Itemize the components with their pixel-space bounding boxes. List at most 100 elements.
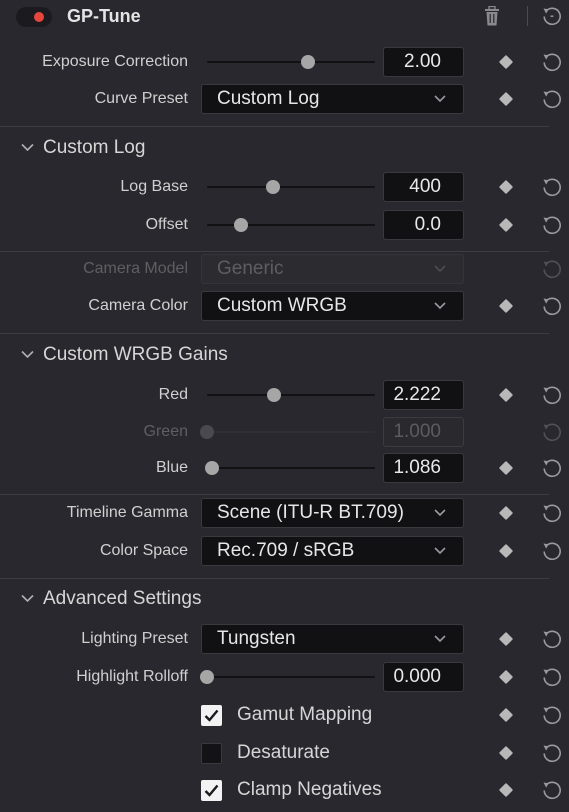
reset-icon[interactable] xyxy=(541,88,563,110)
timeline-gamma-value: Scene (ITU-R BT.709) xyxy=(217,502,404,523)
enabled-indicator xyxy=(34,12,44,22)
highlight-rolloff-label: Highlight Rolloff xyxy=(76,668,188,685)
diamond-keyframe-icon[interactable] xyxy=(498,745,514,761)
offset-input[interactable]: 0.0 xyxy=(383,210,464,240)
red-gain-input[interactable]: 2.222 xyxy=(383,380,464,410)
diamond-keyframe-icon[interactable] xyxy=(498,54,514,70)
color-space-row: Color Space Rec.709 / sRGB xyxy=(0,533,569,569)
reset-icon[interactable] xyxy=(541,214,563,236)
advanced-settings-section-header[interactable]: Advanced Settings xyxy=(0,581,569,617)
curve-preset-dropdown[interactable]: Custom Log xyxy=(201,84,464,114)
gamut-mapping-label: Gamut Mapping xyxy=(237,704,373,725)
reset-icon[interactable] xyxy=(541,295,563,317)
clamp-negatives-checkbox[interactable] xyxy=(201,780,222,801)
desaturate-row: Desaturate xyxy=(0,735,569,771)
diamond-keyframe-icon[interactable] xyxy=(498,460,514,476)
diamond-keyframe-icon[interactable] xyxy=(498,669,514,685)
diamond-keyframe-icon[interactable] xyxy=(498,631,514,647)
chevron-down-icon xyxy=(434,635,446,643)
reset-icon[interactable] xyxy=(541,457,563,479)
offset-slider[interactable] xyxy=(207,218,375,232)
chevron-down-icon xyxy=(21,143,34,152)
lighting-preset-dropdown[interactable]: Tungsten xyxy=(201,624,464,654)
diamond-keyframe-icon[interactable] xyxy=(498,782,514,798)
blue-gain-slider[interactable] xyxy=(205,461,375,475)
advanced-settings-title: Advanced Settings xyxy=(43,588,202,609)
section-divider xyxy=(0,578,549,579)
blue-gain-label: Blue xyxy=(155,459,188,476)
camera-color-label: Camera Color xyxy=(88,297,188,314)
reset-icon[interactable] xyxy=(541,779,563,801)
timeline-gamma-label: Timeline Gamma xyxy=(66,504,188,521)
camera-model-row: Camera Model Generic xyxy=(0,251,569,287)
reset-icon[interactable] xyxy=(541,176,563,198)
effect-title: GP-Tune xyxy=(67,6,141,26)
diamond-keyframe-icon[interactable] xyxy=(498,505,514,521)
diamond-keyframe-icon[interactable] xyxy=(498,179,514,195)
slider-knob[interactable] xyxy=(265,180,280,194)
chevron-down-icon xyxy=(434,95,446,103)
camera-color-dropdown[interactable]: Custom WRGB xyxy=(201,291,464,321)
log-base-row: Log Base 400 xyxy=(0,169,569,205)
custom-wrgb-gains-section-header[interactable]: Custom WRGB Gains xyxy=(0,337,569,373)
camera-model-value: Generic xyxy=(217,258,284,279)
blue-gain-input[interactable]: 1.086 xyxy=(383,453,464,483)
reset-icon[interactable] xyxy=(541,51,563,73)
color-space-dropdown[interactable]: Rec.709 / sRGB xyxy=(201,536,464,566)
highlight-rolloff-slider[interactable] xyxy=(200,670,375,684)
camera-model-label: Camera Model xyxy=(83,260,188,277)
reset-icon[interactable] xyxy=(541,540,563,562)
reset-all-icon[interactable] xyxy=(541,5,563,27)
header-divider xyxy=(527,6,528,26)
reset-icon[interactable] xyxy=(541,742,563,764)
slider-knob[interactable] xyxy=(300,55,315,69)
reset-icon[interactable] xyxy=(541,384,563,406)
highlight-rolloff-row: Highlight Rolloff 0.000 xyxy=(0,659,569,695)
slider-knob[interactable] xyxy=(267,388,282,402)
reset-icon xyxy=(543,423,561,442)
slider-knob[interactable] xyxy=(233,218,248,232)
reset-icon[interactable] xyxy=(541,666,563,688)
diamond-keyframe-icon[interactable] xyxy=(498,298,514,314)
custom-wrgb-gains-title: Custom WRGB Gains xyxy=(43,344,228,365)
clamp-negatives-row: Clamp Negatives xyxy=(0,772,569,808)
red-gain-slider[interactable] xyxy=(207,388,375,402)
desaturate-checkbox[interactable] xyxy=(201,743,222,764)
reset-icon[interactable] xyxy=(541,704,563,726)
custom-log-section-header[interactable]: Custom Log xyxy=(0,130,569,166)
lighting-preset-label: Lighting Preset xyxy=(81,630,188,647)
diamond-keyframe-icon[interactable] xyxy=(498,707,514,723)
slider-knob[interactable] xyxy=(200,670,214,684)
green-gain-input: 1.000 xyxy=(383,417,464,447)
reset-icon[interactable] xyxy=(541,628,563,650)
reset-icon[interactable] xyxy=(541,502,563,524)
diamond-keyframe-icon[interactable] xyxy=(498,543,514,559)
reset-icon xyxy=(543,260,561,279)
chevron-down-icon xyxy=(21,350,34,359)
log-base-input[interactable]: 400 xyxy=(383,172,464,202)
green-gain-slider xyxy=(200,425,375,439)
color-space-value: Rec.709 / sRGB xyxy=(217,540,355,561)
color-space-label: Color Space xyxy=(99,542,188,559)
exposure-correction-slider[interactable] xyxy=(207,55,375,69)
diamond-keyframe-icon[interactable] xyxy=(498,387,514,403)
chevron-down-icon xyxy=(434,302,446,310)
exposure-correction-input[interactable]: 2.00 xyxy=(383,47,464,77)
camera-model-dropdown: Generic xyxy=(201,254,464,284)
gamut-mapping-checkbox[interactable] xyxy=(201,705,222,726)
diamond-keyframe-icon[interactable] xyxy=(498,217,514,233)
section-divider xyxy=(0,126,549,127)
chevron-down-icon xyxy=(434,509,446,517)
exposure-correction-row: Exposure Correction 2.00 xyxy=(0,44,569,80)
trash-icon[interactable] xyxy=(484,6,500,26)
enable-toggle[interactable] xyxy=(16,7,52,27)
timeline-gamma-dropdown[interactable]: Scene (ITU-R BT.709) xyxy=(201,498,464,528)
log-base-label: Log Base xyxy=(120,178,188,195)
green-gain-row: Green 1.000 xyxy=(0,414,569,450)
slider-knob[interactable] xyxy=(205,461,220,475)
diamond-keyframe-icon[interactable] xyxy=(498,91,514,107)
chevron-down-icon xyxy=(434,265,446,273)
log-base-slider[interactable] xyxy=(207,180,375,194)
blue-gain-row: Blue 1.086 xyxy=(0,450,569,486)
highlight-rolloff-input[interactable]: 0.000 xyxy=(383,662,464,692)
